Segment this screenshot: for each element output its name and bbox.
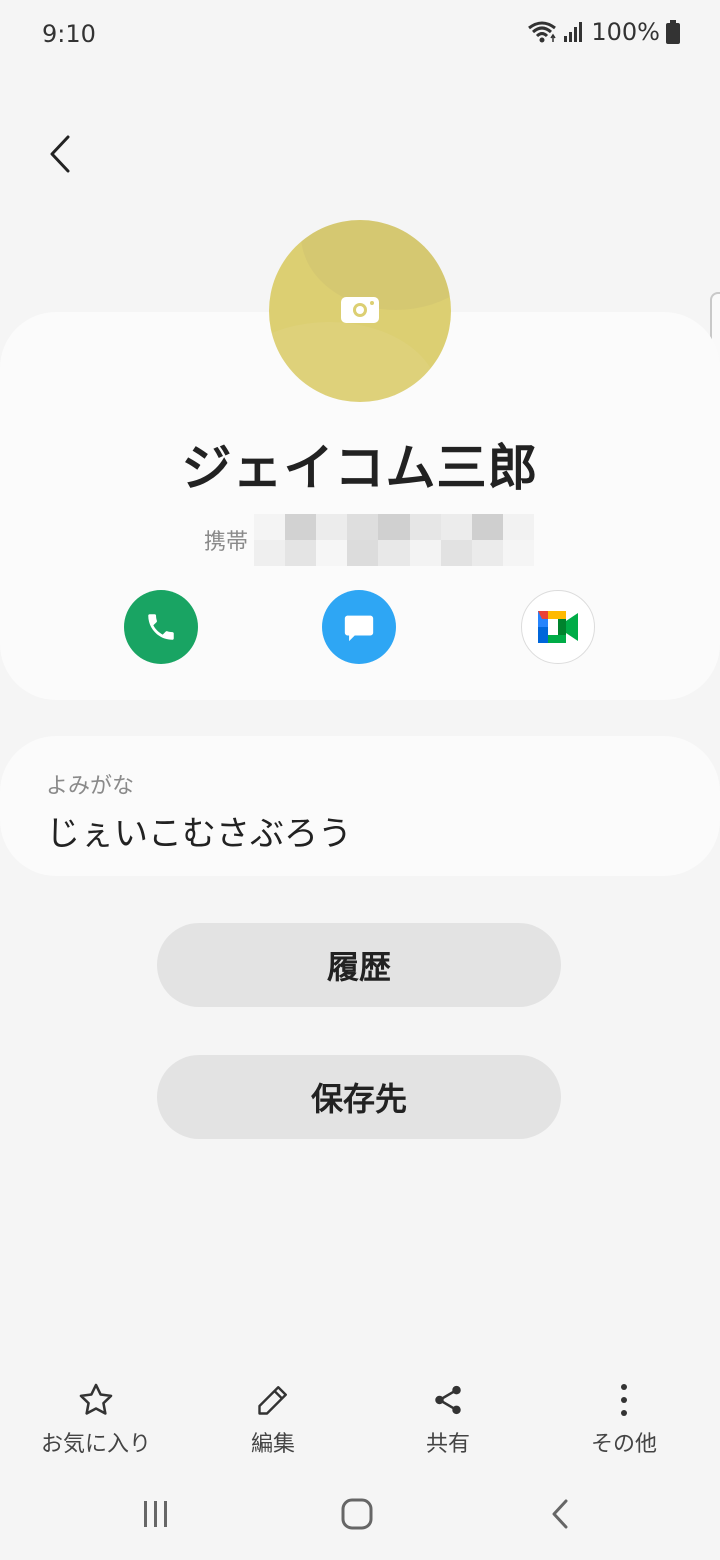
share-icon (435, 1385, 461, 1415)
message-icon (344, 615, 374, 642)
status-time: 9:10 (42, 20, 96, 48)
google-meet-icon (538, 611, 578, 643)
favorite-button[interactable]: お気に入り (16, 1380, 176, 1458)
storage-location-button[interactable]: 保存先 (157, 1055, 561, 1139)
home-icon (341, 1498, 373, 1530)
more-label: その他 (590, 1432, 657, 1457)
recent-apps-icon (144, 1501, 167, 1527)
more-options-button[interactable]: その他 (544, 1380, 704, 1458)
camera-icon (341, 297, 379, 323)
message-button[interactable] (322, 590, 396, 664)
chevron-left-icon (50, 135, 70, 173)
status-icons: 100% (527, 18, 680, 46)
edit-button[interactable]: 編集 (193, 1380, 353, 1458)
furigana-value: じぇいこむさぶろう (46, 814, 352, 854)
back-icon (552, 1499, 568, 1529)
system-back-button[interactable] (530, 1490, 590, 1538)
video-call-button[interactable] (521, 590, 595, 664)
more-vertical-icon (621, 1384, 627, 1416)
phone-number-redacted[interactable] (254, 514, 534, 566)
avatar[interactable] (269, 220, 451, 402)
recent-apps-button[interactable] (126, 1490, 186, 1538)
furigana-label: よみがな (46, 774, 135, 799)
phone-label: 携帯 (204, 530, 249, 555)
star-icon (79, 1383, 113, 1415)
contact-name: ジェイコム三郎 (181, 439, 539, 497)
wifi-icon (528, 21, 557, 43)
phone-icon (148, 614, 174, 640)
share-label: 共有 (425, 1432, 470, 1457)
call-button[interactable] (124, 590, 198, 664)
history-button[interactable]: 履歴 (157, 923, 561, 1007)
share-button[interactable]: 共有 (368, 1380, 528, 1458)
home-button[interactable] (327, 1490, 387, 1538)
battery-percent: 100% (591, 18, 660, 46)
pencil-icon (258, 1386, 287, 1415)
favorite-label: お気に入り (40, 1432, 151, 1457)
edit-label: 編集 (250, 1432, 295, 1457)
signal-icon (564, 22, 583, 42)
battery-icon (666, 20, 680, 44)
back-button[interactable] (36, 126, 84, 182)
